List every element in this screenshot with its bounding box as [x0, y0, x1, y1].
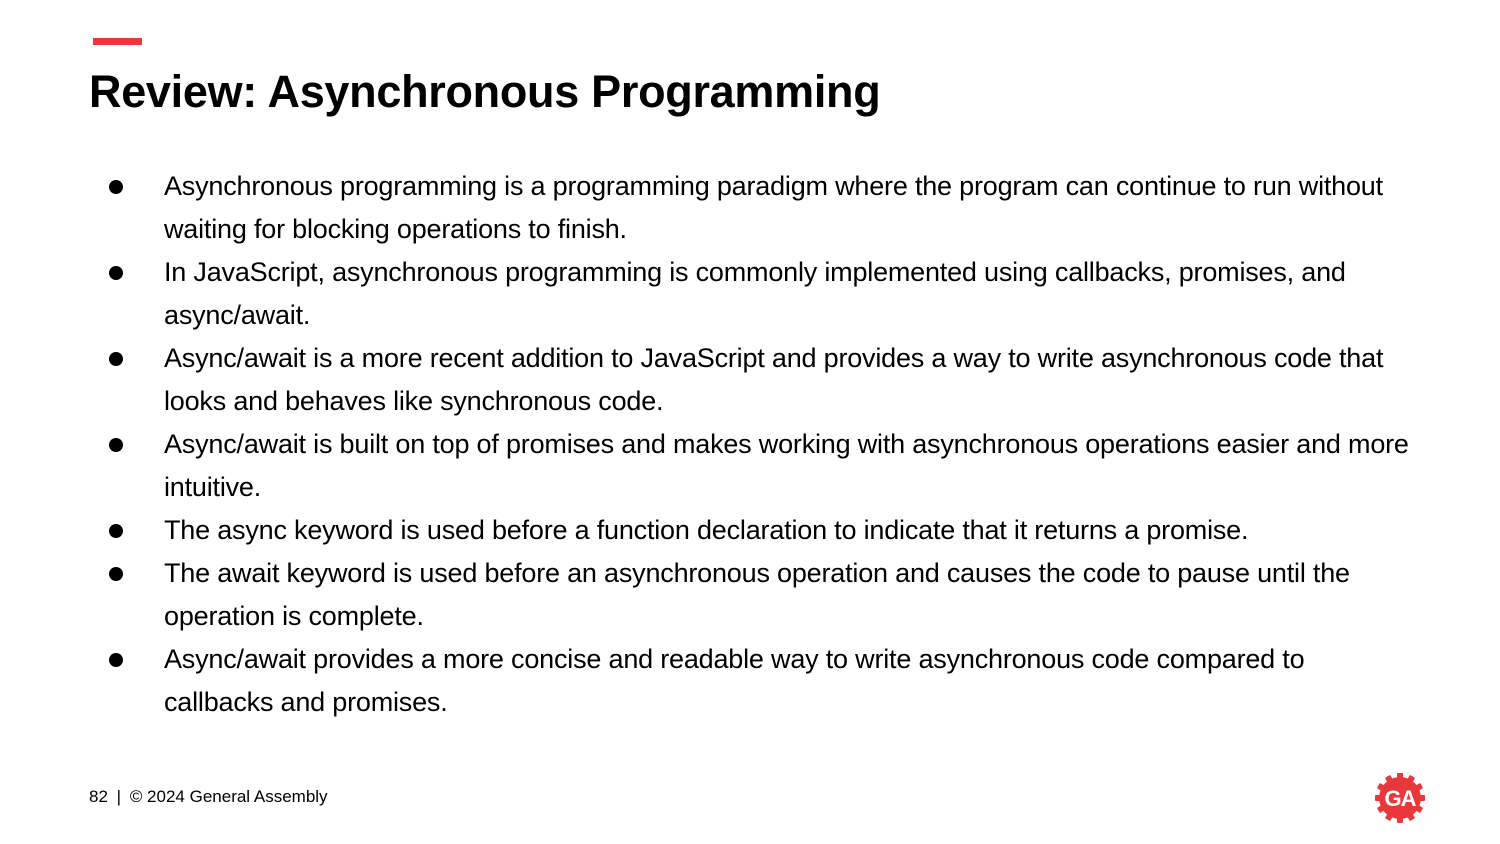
bullet-text: Async/await is built on top of promises … — [164, 429, 1409, 502]
bullet-item: Asynchronous programming is a programmin… — [0, 165, 1420, 251]
bullet-text: Asynchronous programming is a programmin… — [164, 171, 1383, 244]
bullet-item: Async/await provides a more concise and … — [0, 638, 1420, 724]
copyright-text: © 2024 General Assembly — [129, 787, 328, 806]
bullet-text: In JavaScript, asynchronous programming … — [164, 257, 1346, 330]
bullet-text: The async keyword is used before a funct… — [164, 515, 1249, 545]
bullet-list: Asynchronous programming is a programmin… — [0, 165, 1420, 724]
bullet-item: In JavaScript, asynchronous programming … — [0, 251, 1420, 337]
footer-separator: | — [116, 787, 122, 806]
bullet-text: Async/await provides a more concise and … — [164, 644, 1305, 717]
bullet-item: Async/await is a more recent addition to… — [0, 337, 1420, 423]
bullet-dot-icon — [109, 180, 123, 194]
slide-title: Review: Asynchronous Programming — [89, 66, 881, 117]
bullet-item: The await keyword is used before an asyn… — [0, 552, 1420, 638]
logo-text: GA — [1385, 786, 1417, 811]
bullet-item: The async keyword is used before a funct… — [0, 509, 1420, 552]
bullet-dot-icon — [109, 438, 123, 452]
general-assembly-logo-icon: GA — [1375, 773, 1425, 823]
bullet-text: The await keyword is used before an asyn… — [164, 558, 1350, 631]
bullet-dot-icon — [109, 567, 123, 581]
bullet-dot-icon — [109, 524, 123, 538]
bullet-item: Async/await is built on top of promises … — [0, 423, 1420, 509]
bullet-dot-icon — [109, 352, 123, 366]
bullet-dot-icon — [109, 653, 123, 667]
bullet-dot-icon — [109, 266, 123, 280]
page-number: 82 — [89, 787, 108, 806]
slide-footer: 82 | © 2024 General Assembly — [89, 787, 328, 807]
title-accent-bar — [93, 38, 142, 45]
bullet-text: Async/await is a more recent addition to… — [164, 343, 1384, 416]
